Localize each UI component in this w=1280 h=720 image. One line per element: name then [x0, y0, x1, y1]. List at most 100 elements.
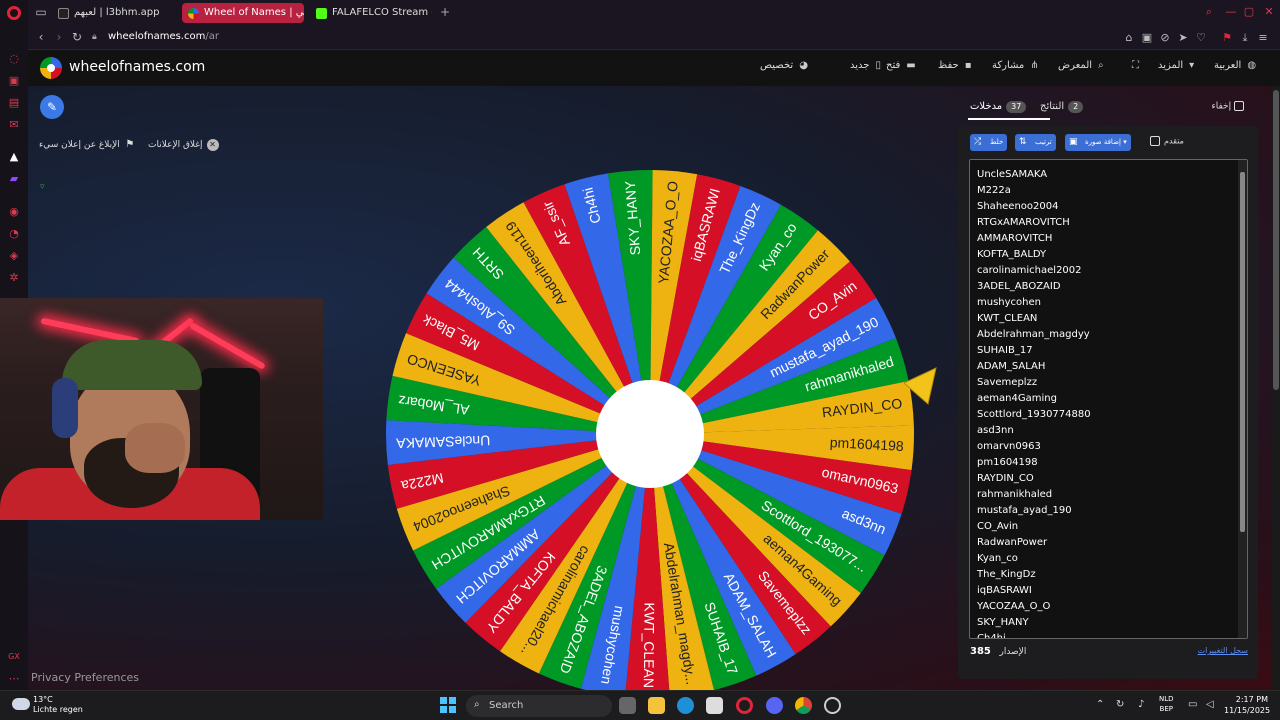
gx-icon[interactable]: GX: [7, 650, 21, 664]
opera-gx-icon[interactable]: [736, 697, 753, 714]
report-ad-link[interactable]: الإبلاغ عن إعلان سيء ⚑: [39, 139, 136, 151]
share-page-icon[interactable]: ➤: [1176, 31, 1190, 44]
heart-icon[interactable]: ♡: [1194, 31, 1208, 44]
bookmark-icon[interactable]: ⌂: [1122, 31, 1136, 44]
edge-icon[interactable]: [677, 697, 694, 714]
weather-cloud-icon[interactable]: [12, 698, 30, 710]
entry-line[interactable]: carolinamichael2002: [970, 263, 1240, 279]
language-indicator[interactable]: NLD BEP: [1159, 694, 1174, 714]
entry-line[interactable]: aeman4Gaming: [970, 391, 1240, 407]
opera-logo-icon[interactable]: [7, 6, 21, 20]
language-button[interactable]: العربية ◍: [1214, 60, 1259, 71]
store-icon[interactable]: [706, 697, 723, 714]
url-field[interactable]: wheelofnames.com/ar: [108, 31, 219, 42]
hide-checkbox[interactable]: إخفاء: [1212, 101, 1248, 112]
profile-icon[interactable]: ⚑: [1220, 31, 1234, 44]
tab-overview-icon[interactable]: ▭: [34, 5, 48, 19]
close-ads-link[interactable]: إغلاق الإعلانات ✕: [148, 139, 219, 151]
taskbar-search[interactable]: ⌕ Search: [466, 695, 612, 717]
wheel-svg[interactable]: pm1604198omarvn0963asd3nnScottlord_19307…: [384, 168, 916, 700]
tab-results[interactable]: النتائج 2: [1040, 101, 1084, 113]
entry-line[interactable]: Savemeplzz: [970, 375, 1240, 391]
tab-falafelco-stream[interactable]: FALAFELCO Stream - Wat: [310, 3, 432, 23]
new-button[interactable]: جديد ▯: [850, 60, 887, 71]
wheel[interactable]: pm1604198 omarvn0963 asd3nn Scottlord_19307…: [384, 168, 916, 700]
microphone-icon[interactable]: ♪: [1138, 699, 1144, 710]
sort-button[interactable]: ⇅ ترتيب: [1015, 134, 1056, 151]
start-button-icon[interactable]: [440, 697, 457, 714]
entry-line[interactable]: mustafa_ayad_190: [970, 503, 1240, 519]
forward-icon[interactable]: ›: [52, 30, 66, 44]
mail-icon[interactable]: ✉: [7, 118, 21, 132]
bag-icon[interactable]: ▣: [7, 74, 21, 88]
easy-setup-icon[interactable]: ≡: [1256, 31, 1270, 44]
reload-icon[interactable]: ↻: [70, 30, 84, 44]
aria-icon[interactable]: ▲: [7, 150, 21, 164]
textarea-scrollbar[interactable]: [1238, 160, 1247, 638]
entry-line[interactable]: omarvn0963: [970, 439, 1240, 455]
entry-line[interactable]: AMMAROVITCH: [970, 231, 1240, 247]
advanced-checkbox[interactable]: متقدم: [1150, 136, 1184, 146]
entry-line[interactable]: pm1604198: [970, 455, 1240, 471]
obs-icon[interactable]: [824, 697, 841, 714]
entry-line[interactable]: RadwanPower: [970, 535, 1240, 551]
more-dots-icon[interactable]: ⋯: [7, 672, 21, 686]
task-view-icon[interactable]: [619, 697, 636, 714]
back-icon[interactable]: ‹: [34, 30, 48, 44]
entries-textarea[interactable]: UncleSAMAKA M222a Shaheenoo2004 RTGxAMAROVI…: [969, 159, 1248, 639]
entry-line[interactable]: Kyan_co: [970, 551, 1240, 567]
history-icon[interactable]: ◌: [7, 52, 21, 66]
tray-sync-icon[interactable]: ↻: [1116, 699, 1124, 710]
volume-icon[interactable]: ◁: [1206, 699, 1214, 710]
entry-line[interactable]: The_KingDz: [970, 567, 1240, 583]
download-icon[interactable]: ⤓: [1238, 31, 1252, 45]
system-clock[interactable]: 2:17 PM 11/15/2025: [1224, 694, 1270, 716]
entry-line[interactable]: RTGxAMAROVITCH: [970, 215, 1240, 231]
entry-line[interactable]: iqBASRAWI: [970, 583, 1240, 599]
weather-widget[interactable]: 13°C Lichte regen: [33, 695, 83, 715]
search-tabs-icon[interactable]: ⌕: [1202, 5, 1216, 19]
shuffle-button[interactable]: ⤮ خلط: [970, 134, 1008, 151]
entry-line[interactable]: YACOZAA_O_O: [970, 599, 1240, 615]
clock-icon[interactable]: ◔: [7, 227, 21, 241]
entry-line[interactable]: RAYDIN_CO: [970, 471, 1240, 487]
advanced-check-icon[interactable]: [1150, 136, 1160, 146]
fullscreen-button[interactable]: ⛶: [1126, 60, 1144, 71]
textarea-scroll-thumb[interactable]: [1240, 172, 1245, 532]
bulb-icon[interactable]: ◈: [7, 249, 21, 263]
save-button[interactable]: حفظ ▪: [938, 60, 977, 71]
maximize-icon[interactable]: ▢: [1242, 5, 1256, 18]
open-button[interactable]: فتح ▬: [886, 60, 918, 71]
brand-name[interactable]: wheelofnames.com: [69, 59, 205, 75]
entry-line[interactable]: SKY_HANY: [970, 615, 1240, 631]
chrome-icon[interactable]: [795, 697, 812, 714]
edit-pencil-icon[interactable]: ✎: [40, 95, 64, 119]
entry-line[interactable]: Abdelrahman_magdyy: [970, 327, 1240, 343]
wheel-center-hub[interactable]: [596, 380, 704, 488]
entry-line[interactable]: mushycohen: [970, 295, 1240, 311]
entry-line[interactable]: M222a: [970, 183, 1240, 199]
close-window-icon[interactable]: ✕: [1262, 5, 1276, 18]
tray-overflow-icon[interactable]: ⌃: [1096, 699, 1104, 710]
entry-line[interactable]: Scottlord_1930774880: [970, 407, 1240, 423]
entry-line[interactable]: rahmanikhaled: [970, 487, 1240, 503]
minimize-icon[interactable]: —: [1224, 5, 1238, 18]
share-button[interactable]: مشاركة ⋔: [992, 60, 1042, 71]
wheel-logo-icon[interactable]: [40, 57, 62, 79]
more-menu-button[interactable]: المزيد ▾: [1158, 60, 1201, 71]
privacy-preferences-link[interactable]: Privacy Preferences: [31, 671, 139, 684]
entry-line[interactable]: asd3nn: [970, 423, 1240, 439]
page-scrollbar[interactable]: [1272, 86, 1280, 690]
tab-l3bhm[interactable]: لعبهم | l3bhm.app: [52, 3, 180, 23]
entry-line[interactable]: UncleSAMAKA: [970, 167, 1240, 183]
page-scroll-thumb[interactable]: [1273, 90, 1279, 390]
gallery-button[interactable]: المعرض ⌕: [1058, 60, 1110, 71]
entry-line[interactable]: 3ADEL_ABOZAID: [970, 279, 1240, 295]
entry-line[interactable]: KWT_CLEAN: [970, 311, 1240, 327]
player-icon[interactable]: ◉: [7, 205, 21, 219]
tab-entries[interactable]: مدخلات 37: [970, 101, 1027, 113]
twitch-icon[interactable]: ▰: [7, 172, 21, 186]
network-icon[interactable]: ▭: [1188, 699, 1197, 710]
entry-line[interactable]: ADAM_SALAH: [970, 359, 1240, 375]
entry-line[interactable]: Shaheenoo2004: [970, 199, 1240, 215]
